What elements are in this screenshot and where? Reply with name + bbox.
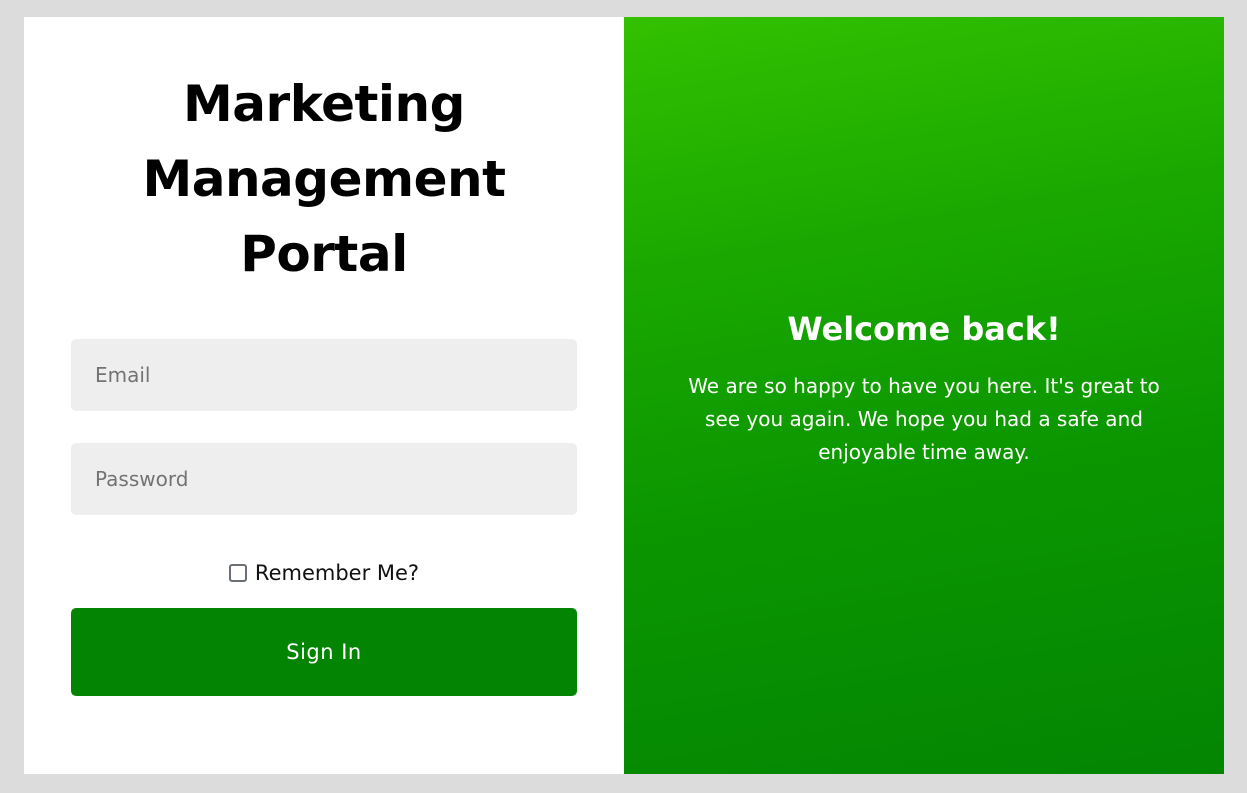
welcome-panel: Welcome back! We are so happy to have yo… (624, 17, 1224, 774)
remember-me-checkbox[interactable] (228, 564, 247, 582)
remember-me-label[interactable]: Remember Me? (255, 561, 419, 585)
sign-in-button[interactable]: Sign In (71, 608, 577, 696)
title-line-1: Marketing (183, 75, 465, 133)
email-field[interactable] (71, 339, 577, 411)
login-card: Marketing Management Portal Remember Me?… (24, 17, 1224, 774)
welcome-title: Welcome back! (787, 310, 1061, 348)
remember-me: Remember Me? (24, 558, 624, 588)
page-title: Marketing Management Portal (24, 67, 624, 292)
login-form-panel: Marketing Management Portal Remember Me?… (24, 17, 624, 774)
title-line-3: Portal (240, 225, 408, 283)
welcome-message: We are so happy to have you here. It's g… (688, 374, 1160, 464)
title-line-2: Management (142, 150, 506, 208)
password-field[interactable] (71, 443, 577, 515)
